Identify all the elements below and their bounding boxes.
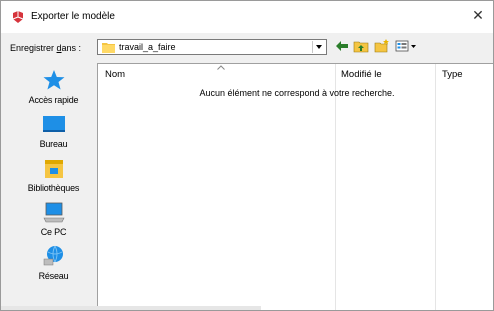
save-in-label: Enregistrer dans : bbox=[10, 43, 81, 53]
network-icon bbox=[43, 245, 63, 266]
title-bar[interactable]: Exporter le modèle ✕ bbox=[1, 1, 493, 33]
close-icon: ✕ bbox=[472, 7, 484, 23]
place-label: Accès rapide bbox=[28, 95, 79, 105]
dropdown-arrow-button[interactable] bbox=[312, 41, 325, 53]
chevron-down-icon bbox=[316, 45, 322, 49]
column-header-modified[interactable]: Modifié le bbox=[341, 69, 382, 80]
column-divider[interactable] bbox=[435, 64, 436, 310]
column-header-type[interactable]: Type bbox=[442, 69, 463, 80]
quick-access-star-icon bbox=[43, 70, 65, 90]
new-folder-button[interactable] bbox=[374, 39, 390, 55]
back-icon bbox=[336, 41, 348, 51]
export-dialog: Exporter le modèle ✕ Enregistrer dans : … bbox=[0, 0, 494, 311]
file-list[interactable]: Nom Modifié le Type Aucun élément ne cor… bbox=[97, 63, 493, 310]
place-libraries[interactable]: Bibliothèques bbox=[10, 155, 97, 197]
close-button[interactable]: ✕ bbox=[463, 1, 493, 31]
libraries-icon bbox=[45, 160, 63, 178]
save-in-label-prefix: Enregistrer bbox=[10, 43, 57, 53]
folder-icon bbox=[102, 43, 115, 53]
save-in-label-suffix: ans : bbox=[61, 43, 82, 53]
column-divider[interactable] bbox=[335, 64, 336, 310]
view-menu-button[interactable] bbox=[395, 39, 417, 55]
save-in-value: travail_a_faire bbox=[119, 42, 176, 52]
place-label: Ce PC bbox=[40, 227, 67, 237]
place-label: Bureau bbox=[39, 139, 68, 149]
place-quick-access[interactable]: Accès rapide bbox=[10, 67, 97, 109]
window-title: Exporter le modèle bbox=[31, 11, 115, 22]
column-header-name[interactable]: Nom bbox=[105, 69, 125, 80]
sort-ascending-icon bbox=[217, 65, 225, 70]
up-folder-button[interactable] bbox=[353, 39, 369, 55]
place-network[interactable]: Réseau bbox=[10, 243, 97, 285]
place-label: Réseau bbox=[38, 271, 69, 281]
up-folder-icon bbox=[353, 41, 369, 53]
save-in-dropdown[interactable]: travail_a_faire bbox=[97, 39, 327, 55]
scrollbar[interactable] bbox=[1, 306, 261, 310]
places-bar: Accès rapide Bureau Bibliothèques Ce PC bbox=[10, 63, 97, 310]
empty-message: Aucun élément ne correspond à votre rech… bbox=[199, 88, 395, 98]
new-folder-icon bbox=[374, 39, 389, 53]
this-pc-icon bbox=[43, 202, 65, 223]
place-desktop[interactable]: Bureau bbox=[10, 111, 97, 153]
sketchup-icon bbox=[12, 11, 24, 23]
back-button[interactable] bbox=[335, 39, 349, 55]
view-menu-icon bbox=[395, 40, 416, 52]
place-label: Bibliothèques bbox=[27, 183, 80, 193]
place-this-pc[interactable]: Ce PC bbox=[10, 199, 97, 241]
desktop-icon bbox=[43, 116, 65, 132]
